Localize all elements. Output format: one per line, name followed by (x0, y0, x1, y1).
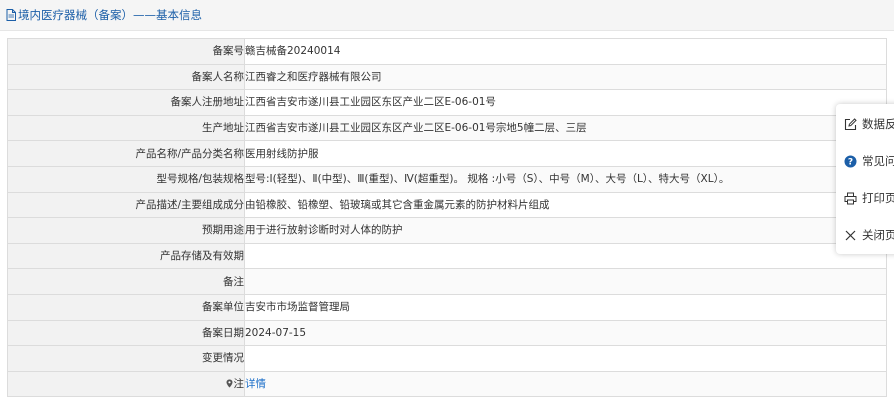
table-row: 备案人注册地址 江西省吉安市遂川县工业园区东区产业二区E-06-01号 (7, 89, 887, 116)
row-label: 产品存储及有效期 (7, 242, 245, 270)
details-link[interactable]: 详情 (246, 378, 267, 390)
faq-label: 常见问 (862, 154, 894, 168)
feedback-button[interactable]: 数据反 (844, 115, 894, 133)
note-value: 详情 (244, 370, 887, 398)
row-label: 备案号 (7, 38, 245, 65)
row-label: 备注 (7, 268, 245, 295)
question-icon: ? (844, 155, 857, 167)
row-label: 备案人名称 (7, 63, 245, 91)
row-value: 吉安市市场监督管理局 (244, 293, 887, 321)
note-label-text: 注 (233, 378, 244, 391)
row-label: 备案单位 (7, 293, 245, 321)
table-row: 备案单位 吉安市市场监督管理局 (7, 293, 887, 321)
close-icon (845, 230, 856, 240)
print-label: 打印页 (862, 191, 894, 205)
row-value: 医用射线防护服 (244, 140, 887, 167)
row-value: 2024-07-15 (244, 319, 887, 347)
table-row: 备案号 赣吉械备20240014 (7, 38, 887, 65)
row-label: 变更情况 (7, 345, 245, 372)
row-value: 赣吉械备20240014 (244, 38, 887, 65)
svg-text:?: ? (848, 157, 853, 167)
feedback-label: 数据反 (862, 117, 894, 131)
row-value: 江西省吉安市遂川县工业园区东区产业二区E-06-01号 (244, 89, 887, 116)
table-row: 备案日期 2024-07-15 (7, 319, 887, 347)
row-value: 江西睿之和医疗器械有限公司 (244, 63, 887, 91)
row-value (244, 345, 887, 372)
page-title: 境内医疗器械（备案）——基本信息 (6, 7, 202, 23)
printer-icon (844, 192, 857, 204)
page-title-text: 境内医疗器械（备案）——基本信息 (18, 8, 202, 22)
row-value: 江西省吉安市遂川县工业园区东区产业二区E-06-01号宗地5幢二层、三层 (244, 114, 887, 142)
table-row: 生产地址 江西省吉安市遂川县工业园区东区产业二区E-06-01号宗地5幢二层、三… (7, 114, 887, 142)
row-label: 产品名称/产品分类名称 (7, 140, 245, 167)
floating-toolbar: 数据反 ? 常见问 打印页 关闭页 (836, 104, 894, 254)
note-label: 注 (7, 370, 245, 398)
table-row: 产品存储及有效期 (7, 242, 887, 270)
info-table: 备案号 赣吉械备20240014 备案人名称 江西睿之和医疗器械有限公司 备案人… (7, 38, 887, 398)
row-label: 生产地址 (7, 114, 245, 142)
print-button[interactable]: 打印页 (844, 189, 894, 207)
row-value (244, 242, 887, 270)
table-row: 预期用途 用于进行放射诊断时对人体的防护 (7, 217, 887, 244)
row-label: 备案人注册地址 (7, 89, 245, 116)
row-label: 备案日期 (7, 319, 245, 347)
close-page-label: 关闭页 (862, 228, 894, 242)
edit-icon (844, 117, 857, 130)
row-value: 型号:Ⅰ(轻型)、Ⅱ(中型)、Ⅲ(重型)、Ⅳ(超重型)。 规格 :小号（S）、中… (244, 165, 887, 193)
table-row: 型号规格/包装规格 型号:Ⅰ(轻型)、Ⅱ(中型)、Ⅲ(重型)、Ⅳ(超重型)。 规… (7, 165, 887, 193)
table-row-note: 注 详情 (7, 370, 887, 398)
table-row: 备案人名称 江西睿之和医疗器械有限公司 (7, 63, 887, 91)
document-icon (6, 9, 16, 21)
table-row: 产品名称/产品分类名称 医用射线防护服 (7, 140, 887, 167)
table-row: 备注 (7, 268, 887, 295)
row-value: 由铅橡胶、铅橡塑、铅玻璃或其它含重金属元素的防护材料片组成 (244, 191, 887, 219)
page-header: 境内医疗器械（备案）——基本信息 (0, 0, 894, 31)
row-value: 用于进行放射诊断时对人体的防护 (244, 217, 887, 244)
table-row: 产品描述/主要组成成分 由铅橡胶、铅橡塑、铅玻璃或其它含重金属元素的防护材料片组… (7, 191, 887, 219)
row-label: 预期用途 (7, 217, 245, 244)
close-page-button[interactable]: 关闭页 (844, 226, 894, 244)
pin-icon (226, 379, 232, 388)
faq-button[interactable]: ? 常见问 (844, 152, 894, 170)
row-value (244, 268, 887, 295)
row-label: 产品描述/主要组成成分 (7, 191, 245, 219)
row-label: 型号规格/包装规格 (7, 165, 245, 193)
table-row: 变更情况 (7, 345, 887, 372)
